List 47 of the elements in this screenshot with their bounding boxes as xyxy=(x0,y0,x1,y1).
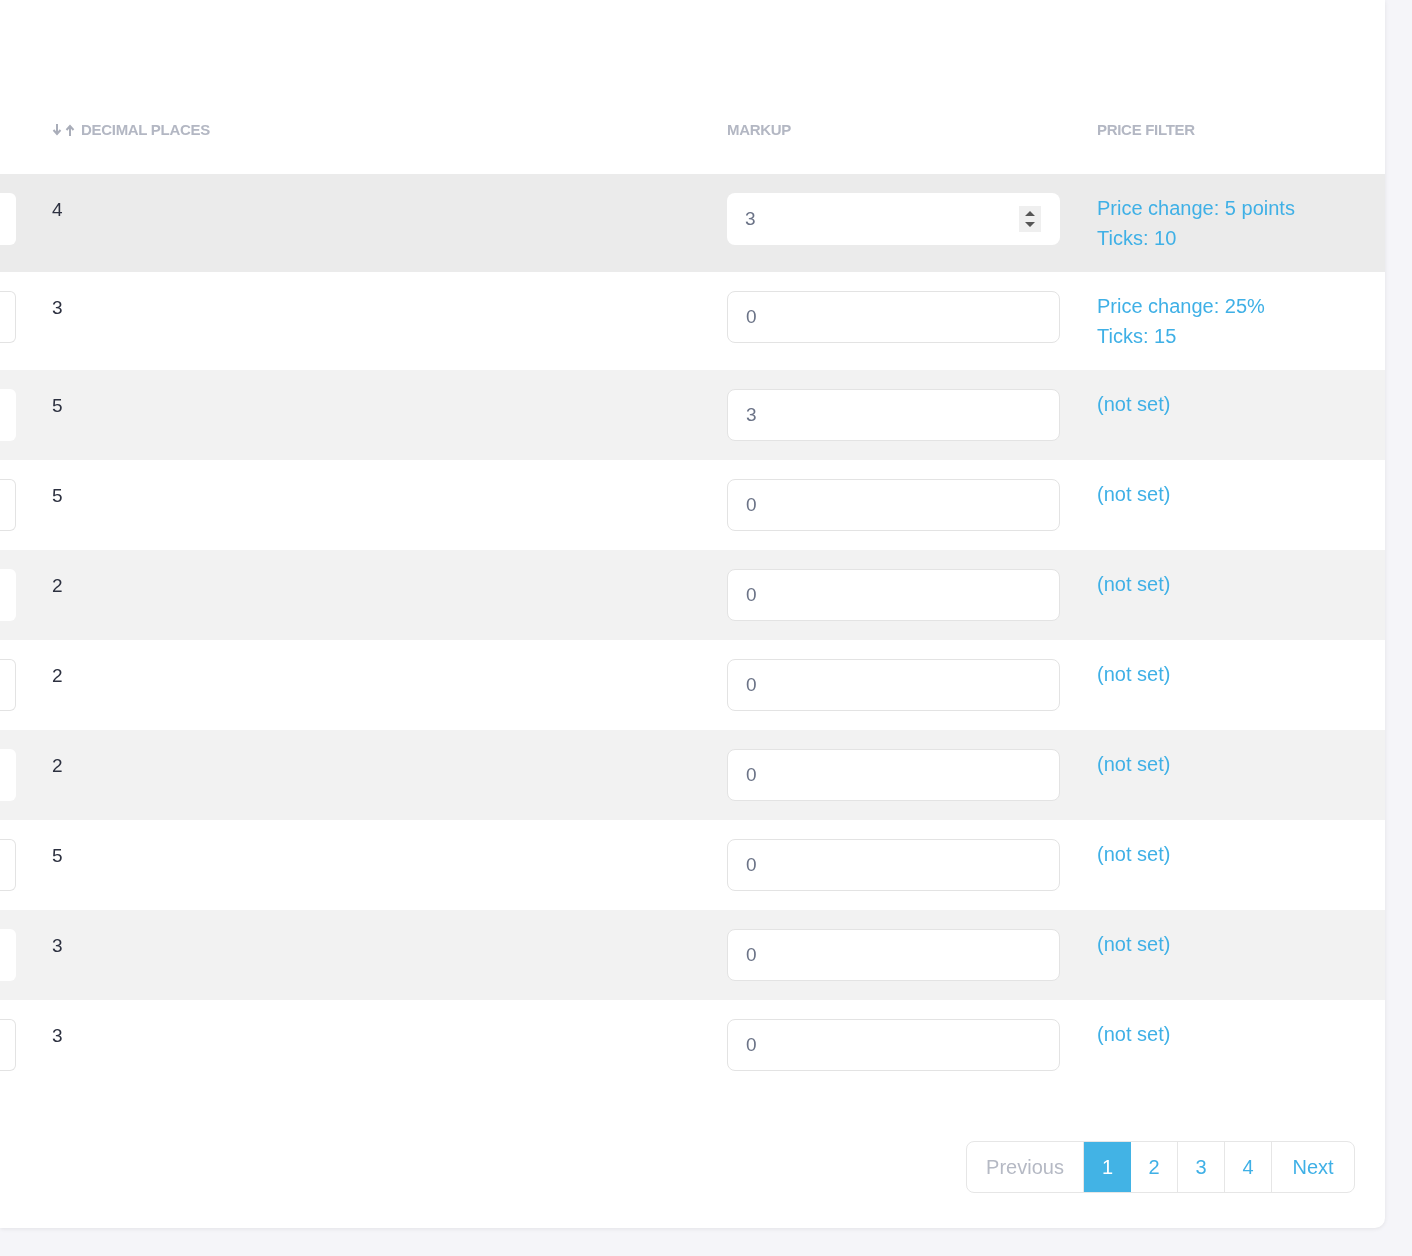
number-input[interactable]: 0 xyxy=(727,929,1060,981)
number-input[interactable]: 0 xyxy=(727,291,1060,343)
price-filter-link[interactable]: (not set) xyxy=(1097,1019,1171,1049)
sort-icon[interactable] xyxy=(52,122,76,137)
input-field[interactable] xyxy=(0,659,16,711)
price-filter-link[interactable]: Ticks: 15 xyxy=(1097,321,1177,351)
price-filter-link[interactable]: (not set) xyxy=(1097,659,1171,689)
table-cell: 2 xyxy=(52,665,63,686)
page-button[interactable]: 1 xyxy=(1084,1142,1131,1192)
number-input[interactable]: 0 xyxy=(727,1019,1060,1071)
table-cell: 5 xyxy=(52,845,63,866)
price-filter-link[interactable]: Price change: 5 points xyxy=(1097,193,1295,223)
number-input[interactable]: 0 xyxy=(727,569,1060,621)
input-field[interactable] xyxy=(0,1019,16,1071)
table-cell: 5 xyxy=(52,485,63,506)
price-filter-link[interactable]: (not set) xyxy=(1097,749,1171,779)
column-header: MARKUP xyxy=(727,119,792,140)
table-cell: 3 xyxy=(52,297,63,318)
number-input[interactable]: 0 xyxy=(727,749,1060,801)
table-cell: 3 xyxy=(52,1025,63,1046)
price-filter-link[interactable]: (not set) xyxy=(1097,839,1171,869)
number-input[interactable]: 0 xyxy=(727,839,1060,891)
page-button[interactable]: 4 xyxy=(1225,1142,1272,1192)
table-cell: 2 xyxy=(52,575,63,596)
price-filter-link[interactable]: (not set) xyxy=(1097,479,1171,509)
price-filter-link[interactable]: Ticks: 10 xyxy=(1097,223,1177,253)
page-button[interactable]: 2 xyxy=(1131,1142,1178,1192)
table-cell: 4 xyxy=(52,199,63,220)
column-header: PRICE FILTER xyxy=(1097,119,1195,140)
next-button[interactable]: Next xyxy=(1272,1142,1354,1192)
number-input[interactable]: 0 xyxy=(727,659,1060,711)
price-filter-link[interactable]: (not set) xyxy=(1097,929,1171,959)
table-cell: 2 xyxy=(52,755,63,776)
price-filter-link[interactable]: (not set) xyxy=(1097,569,1171,599)
spinner-icon[interactable] xyxy=(1019,206,1041,232)
table-cell: 3 xyxy=(52,935,63,956)
input-field[interactable] xyxy=(0,479,16,531)
number-input[interactable]: 0 xyxy=(727,479,1060,531)
number-input[interactable]: 3 xyxy=(727,193,1060,245)
page-button[interactable]: 3 xyxy=(1178,1142,1225,1192)
table-cell: 5 xyxy=(52,395,63,416)
column-header[interactable]: DECIMAL PLACES xyxy=(81,118,210,141)
input-field[interactable] xyxy=(0,839,16,891)
price-filter-link[interactable]: (not set) xyxy=(1097,389,1171,419)
number-input[interactable]: 3 xyxy=(727,389,1060,441)
price-filter-link[interactable]: Price change: 25% xyxy=(1097,291,1265,321)
input-field[interactable] xyxy=(0,291,16,343)
